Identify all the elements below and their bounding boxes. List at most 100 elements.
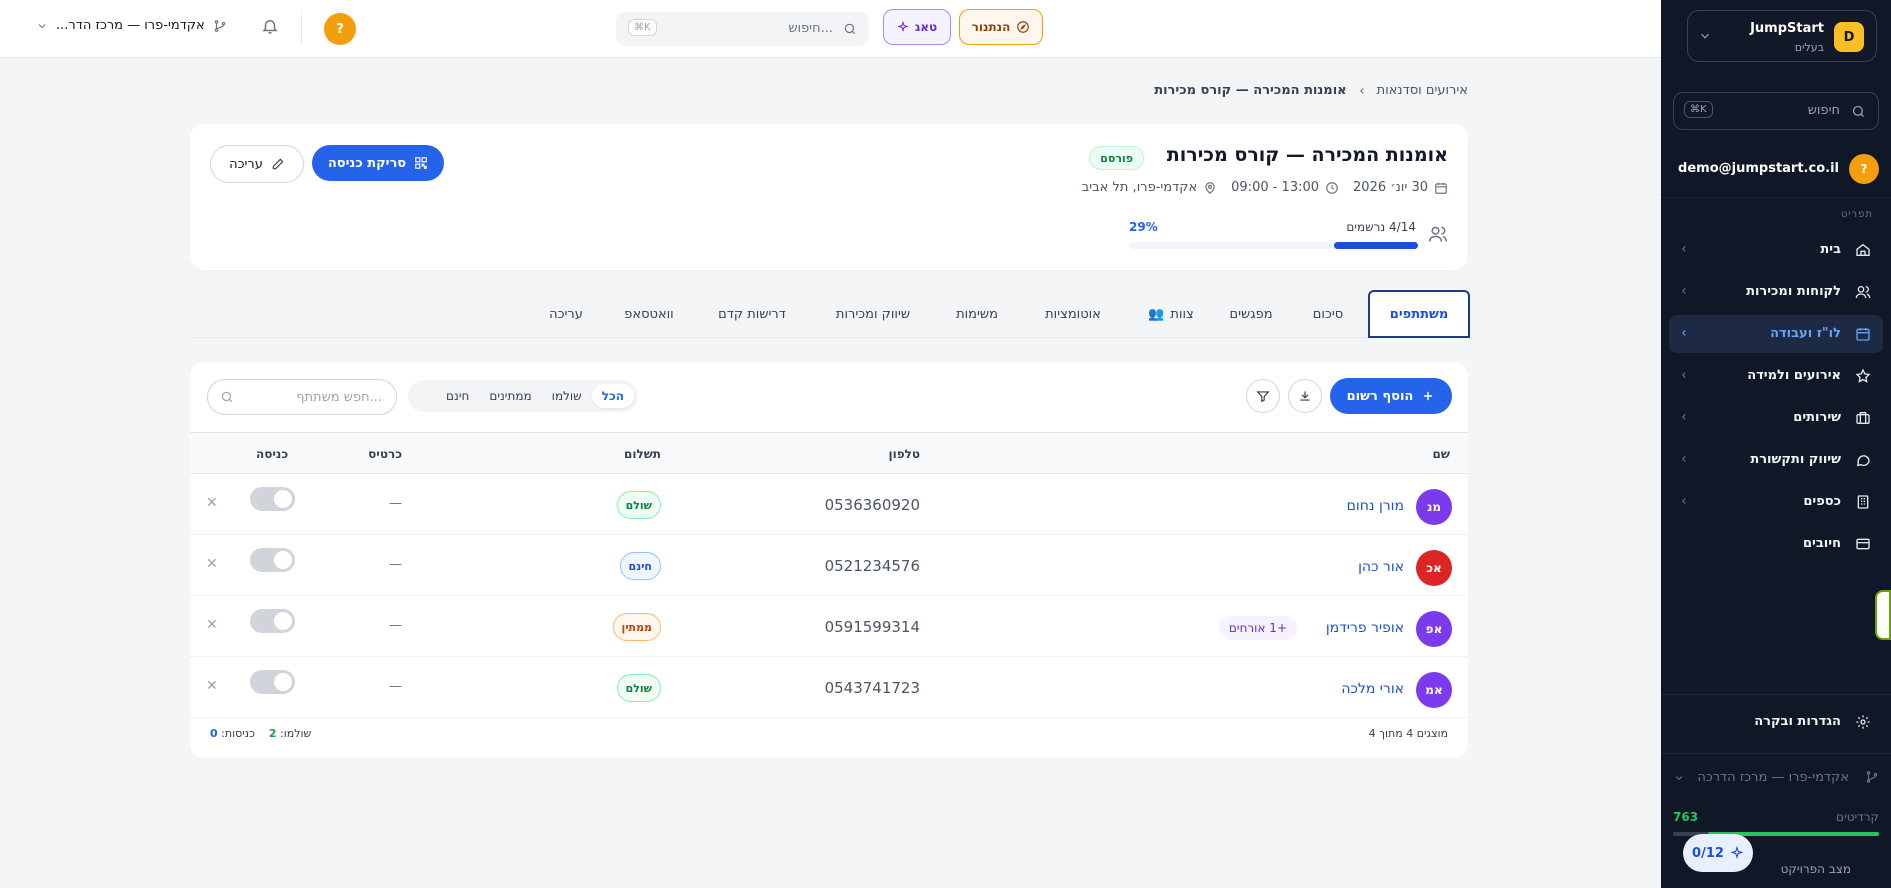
add-registrant-button[interactable]: הוסף רשום [1330,378,1452,414]
tab-prerequisites[interactable]: דרישות קדם [700,290,804,338]
filter-paid[interactable]: שולמו [542,384,592,408]
user-email: demo@jumpstart.co.il [1678,161,1839,176]
close-icon[interactable]: ✕ [206,617,218,633]
event-date-text: 30 יונ׳ 2026 [1353,180,1428,195]
filter-all[interactable]: הכל [591,384,634,408]
participant-name[interactable]: אופיר פרידמן [1326,620,1404,636]
event-title: אומנות המכירה — קורס מכירות [1166,144,1448,166]
payment-badge: חינם [619,552,661,580]
workspace-switcher[interactable]: D JumpStart בעלים [1687,10,1877,62]
sidebar-item-events[interactable]: אירועים ולמידה [1669,357,1883,395]
add-label: הוסף רשום [1346,388,1414,404]
col-name[interactable]: שם [1433,447,1450,461]
payment-filter-segments: הכל שולמו ממתינים חינם [408,380,638,412]
tab-tasks[interactable]: משימות [940,290,1014,338]
col-checkin[interactable]: כניסה [256,447,288,461]
star-icon [1855,368,1871,384]
tab-automations[interactable]: אוטומציות [1028,290,1118,338]
participant-search-input[interactable]: חפש משתתף... [207,379,397,415]
scan-entry-button[interactable]: סריקת כניסה [312,145,444,181]
checkin-toggle[interactable] [250,670,295,694]
edit-event-button[interactable]: עריכה [210,145,304,183]
org-switcher[interactable]: אקדמי-פרו — מרכז הדרכה [1673,764,1879,792]
user-profile[interactable]: ? demo@jumpstart.co.il [1673,152,1879,188]
results-count: מוצגים 4 מתוך 4 [1368,727,1448,740]
sidebar-item-marketing[interactable]: שיווק ותקשורת [1669,441,1883,479]
calendar-icon [1855,326,1871,342]
filter-free[interactable]: חינם [436,384,479,408]
edit-label: עריכה [229,156,263,172]
tab-summary[interactable]: סיכום [1298,290,1358,338]
col-phone[interactable]: טלפון [888,447,920,461]
download-icon [1298,389,1312,403]
chevron-left-icon [1679,370,1689,380]
tasks-count: 0/12 [1692,845,1724,861]
users-icon [1428,224,1448,244]
sidebar-item-label: הגדרות ובקרה [1754,714,1841,729]
sidebar-item-schedule[interactable]: לו"ז ועבודה [1669,315,1883,353]
table-row[interactable]: אמ אורי מלכה 0543741723 שולם — ✕ [190,657,1468,718]
tab-sessions[interactable]: מפגשים [1216,290,1286,338]
floating-widget-tab[interactable] [1875,590,1891,640]
checkin-toggle[interactable] [250,548,295,572]
participant-phone: 0543741723 [824,679,920,697]
download-button[interactable] [1288,379,1322,413]
filter-button[interactable] [1246,379,1280,413]
event-date: 30 יונ׳ 2026 [1353,180,1448,195]
building-icon [1855,494,1871,510]
tab-marketing[interactable]: שיווק ומכירות [818,290,928,338]
registrations-percent: 29% [1129,220,1158,234]
table-row[interactable]: מנ מורן נחום 0536360920 שולם — ✕ [190,474,1468,535]
sidebar-item-settings[interactable]: הגדרות ובקרה [1669,703,1883,741]
tasks-progress-button[interactable]: 0/12 [1683,834,1753,872]
tab-edit[interactable]: עריכה [536,290,596,338]
gear-icon [1855,714,1871,730]
col-payment[interactable]: תשלום [624,447,661,461]
tab-whatsapp[interactable]: וואטסאפ [610,290,688,338]
chevron-down-icon [1698,29,1712,43]
sidebar-item-label: בית [1820,242,1841,257]
bell-icon[interactable] [261,17,279,35]
sidebar-item-home[interactable]: בית [1669,231,1883,269]
breadcrumb-parent[interactable]: אירועים וסדנאות [1377,83,1468,98]
tab-participants[interactable]: משתתפים [1368,290,1470,338]
help-avatar[interactable]: ? [324,13,356,45]
sidebar-item-services[interactable]: שירותים [1669,399,1883,437]
briefcase-icon [1855,410,1871,426]
registrations-progress-bar [1129,242,1418,249]
close-icon[interactable]: ✕ [206,495,218,511]
close-icon[interactable]: ✕ [206,678,218,694]
event-time: 09:00 - 13:00 [1231,180,1339,195]
sidebar-item-customers[interactable]: לקוחות ומכירות [1669,273,1883,311]
participant-name[interactable]: אור כהן [1358,559,1404,575]
checkin-toggle[interactable] [250,487,295,511]
payment-badge: שולם [616,491,661,519]
table-row[interactable]: אכ אור כהן 0521234576 חינם — ✕ [190,535,1468,596]
table-row[interactable]: אפ אופיר פרידמן +1 אורחים 0591599314 ממת… [190,596,1468,657]
search-icon [1851,104,1866,119]
chevron-down-icon [36,20,48,32]
sparkle-icon [897,21,909,33]
avatar: אפ [1416,611,1452,647]
tab-staff[interactable]: 👥 צוות [1136,290,1206,338]
close-icon[interactable]: ✕ [206,556,218,572]
sidebar-item-billing[interactable]: חיובים [1669,525,1883,563]
project-status-link[interactable]: מצב הפרויקט [1781,862,1851,876]
org-switcher[interactable]: אקדמי-פרו — מרכז הדר... [36,18,227,33]
participant-name[interactable]: מורן נחום [1347,498,1404,514]
sidebar-item-finance[interactable]: כספים [1669,483,1883,521]
table-footer: מוצגים 4 מתוך 4 שולמו: 2 כניסות: 0 [190,714,1468,756]
sidebar-search[interactable]: חיפוש ⌘K [1673,92,1879,130]
global-search-input[interactable]: חיפוש... ⌘K [616,12,869,46]
checkin-toggle[interactable] [250,609,295,633]
participant-name[interactable]: אורי מלכה [1341,681,1404,697]
col-ticket[interactable]: כרטיס [368,447,402,461]
filter-pending[interactable]: ממתינים [479,384,541,408]
ticket-value: — [389,496,402,511]
sidebar-item-label: לקוחות ומכירות [1746,284,1841,299]
sidebar-item-label: כספים [1803,494,1841,509]
tag-button[interactable]: טאג [883,9,951,45]
navigator-button[interactable]: הנתנור [959,9,1043,45]
event-location: אקדמי-פרו, תל אביב [1082,180,1217,195]
avatar: אכ [1416,550,1452,586]
